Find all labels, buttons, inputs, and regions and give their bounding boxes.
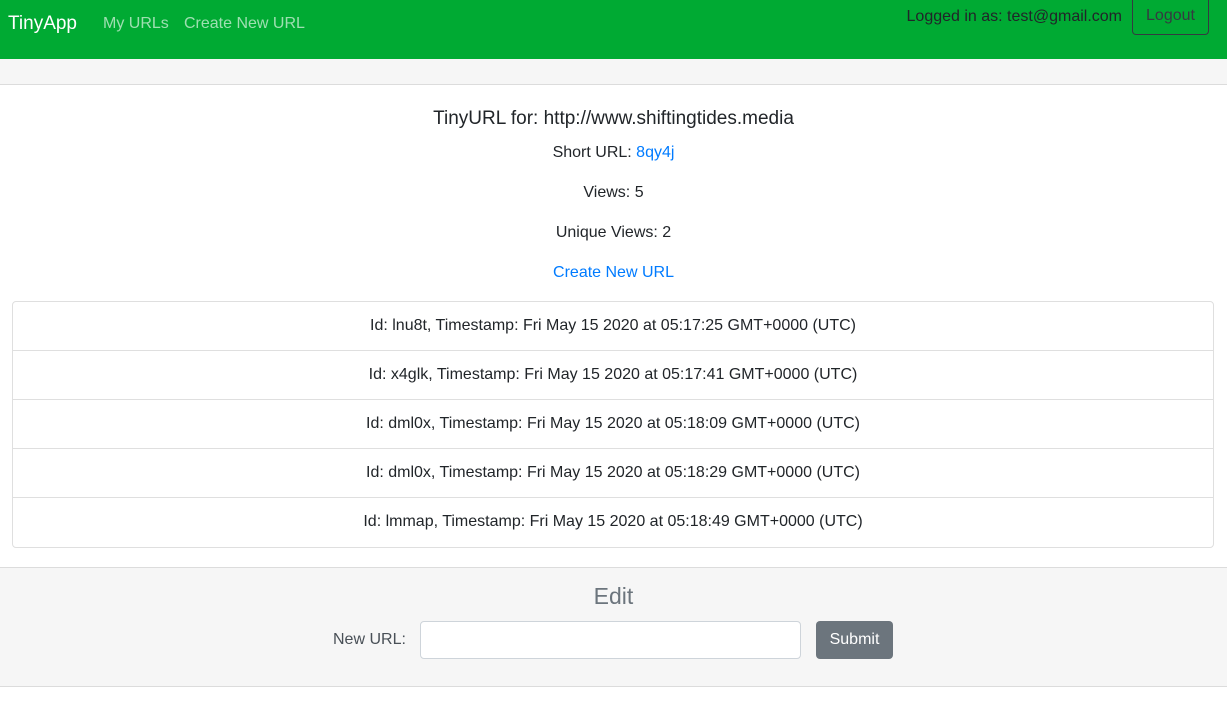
create-row: Create New URL	[0, 263, 1227, 283]
unique-views-count: Unique Views: 2	[555, 224, 672, 241]
edit-section: Edit New URL: Submit	[0, 567, 1227, 687]
page-title: TinyURL for: http://www.shiftingtides.me…	[433, 108, 794, 129]
short-url-label: Short URL:	[552, 144, 637, 161]
list-item: Id: lnu8t, Timestamp: Fri May 15 2020 at…	[13, 302, 1213, 351]
list-item: Id: dml0x, Timestamp: Fri May 15 2020 at…	[13, 400, 1213, 449]
subheader-bar	[0, 59, 1227, 85]
visits-list: Id: lnu8t, Timestamp: Fri May 15 2020 at…	[12, 301, 1214, 548]
submit-button[interactable]: Submit	[816, 621, 893, 659]
list-item: Id: x4glk, Timestamp: Fri May 15 2020 at…	[13, 351, 1213, 400]
navbar: TinyApp My URLs Create New URL Logged in…	[0, 0, 1227, 59]
create-new-url-link[interactable]: Create New URL	[553, 264, 674, 281]
list-item: Id: lmmap, Timestamp: Fri May 15 2020 at…	[363, 513, 863, 530]
views-count: Views: 5	[583, 184, 644, 201]
new-url-input[interactable]	[420, 621, 801, 659]
short-url-row: Short URL: 8qy4j	[0, 143, 1227, 163]
brand-link[interactable]: TinyApp	[8, 12, 77, 36]
logout-button[interactable]: Logout	[1132, 0, 1209, 35]
edit-title: Edit	[593, 583, 634, 609]
logged-in-text: Logged in as: test@gmail.com	[906, 8, 1122, 25]
new-url-label: New URL:	[333, 631, 406, 648]
nav-my-urls-link[interactable]: My URLs	[103, 14, 169, 34]
short-url-link[interactable]: 8qy4j	[636, 144, 674, 161]
list-item: Id: dml0x, Timestamp: Fri May 15 2020 at…	[13, 449, 1213, 498]
nav-create-new-url-link[interactable]: Create New URL	[184, 14, 305, 34]
